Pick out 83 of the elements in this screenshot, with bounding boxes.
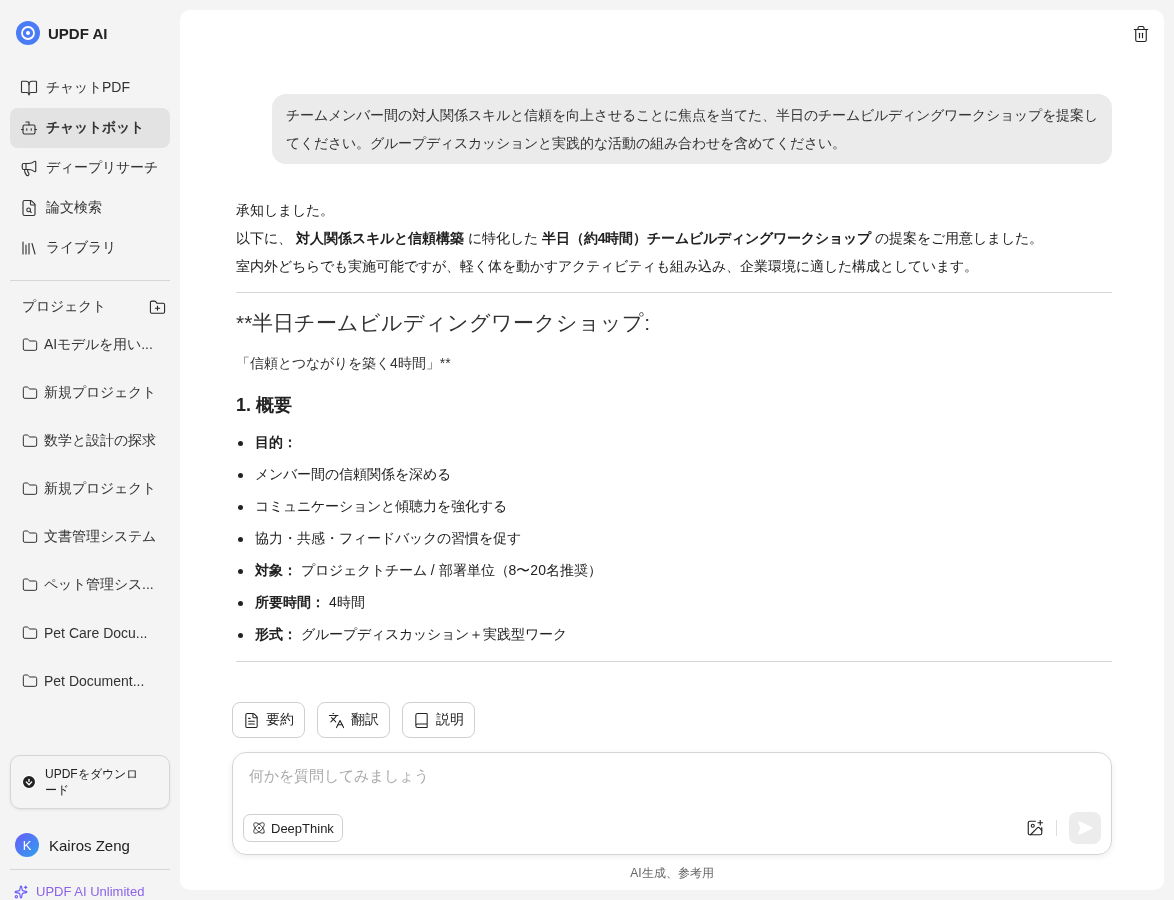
bullet-text: メンバー間の信頼関係を深める [255,466,451,484]
bullet-dot [238,568,243,574]
project-item[interactable]: 新規プロジェクト [10,369,170,417]
reply-paragraph: 室内外どちらでも実施可能ですが、軽く体を動かすアクティビティも組み込み、企業環境に適した構成としています。 [236,257,979,276]
nav-item[interactable]: チャットボット [10,108,170,148]
nav-label: チャットボット [46,119,144,137]
reply-subtitle: 「信頼とつながりを築く4時間」** [236,355,452,373]
action-button[interactable]: 説明 [402,702,475,738]
nav-item[interactable]: 論文検索 [10,188,170,228]
atom-icon [252,821,266,835]
book-icon [20,79,38,97]
folder-icon [22,337,38,353]
nav-item[interactable]: チャットPDF [10,68,170,108]
section-heading: 1. 概要 [236,394,293,417]
bullet-text: 目的： [255,434,297,452]
plan-link[interactable]: UPDF AI Unlimited [36,884,145,899]
project-name: AIモデルを用い... [44,336,153,354]
logo-icon [16,21,40,45]
bullet-dot [238,632,243,638]
disclaimer-text: AI生成、参考用 [629,865,715,882]
folder-icon [22,481,38,497]
nav-item[interactable]: ディープリサーチ [10,148,170,188]
action-button[interactable]: 要約 [232,702,305,738]
folder-icon [22,385,38,401]
bullet-text: コミュニケーションと傾聴力を強化する [255,498,507,516]
nav-label: ライブラリ [46,239,116,257]
project-item[interactable]: ペット管理シス... [10,561,170,609]
library-icon [20,239,38,257]
project-item[interactable]: 新規プロジェクト [10,465,170,513]
document-search-icon [20,199,38,217]
section-heading: プロジェクト [22,298,106,316]
deepthink-button[interactable]: DeepThink [243,814,343,842]
folder-icon [22,625,38,641]
download-button[interactable]: UPDFをダウンロード [10,755,170,809]
download-icon [21,774,37,790]
folder-icon [22,673,38,689]
bullet-text: 所要時間： 4時間 [255,594,365,612]
bullet-dot [238,440,243,446]
bullet-dot [238,472,243,478]
nav-label: 論文検索 [46,199,102,217]
project-name: 数学と設計の探求 [44,432,156,450]
bullet-dot [238,600,243,606]
book-icon [413,711,430,729]
app-name: UPDF AI [48,24,108,42]
action-button[interactable]: 翻訳 [317,702,390,738]
new-folder-icon[interactable] [149,298,166,316]
reply-heading: **半日チームビルディングワークショップ: [236,310,652,336]
message-field[interactable]: 何かを質問してみましょう DeepThink [232,752,1112,855]
bullet-dot [238,536,243,542]
image-upload-icon[interactable] [1026,819,1044,837]
megaphone-icon [20,159,38,177]
project-item[interactable]: AIモデルを用い... [10,321,170,369]
nav-item[interactable]: ライブラリ [10,228,170,268]
project-item[interactable]: 文書管理システム [10,513,170,561]
project-name: 文書管理システム [44,528,156,546]
project-item[interactable]: Pet Document... [10,657,170,705]
bullet-text: 対象： プロジェクトチーム / 部署単位（8〜20名推奨） [255,562,602,580]
project-name: Pet Document... [44,673,145,689]
bullet-dot [238,504,243,510]
project-item[interactable]: 数学と設計の探求 [10,417,170,465]
bullet-text: 形式： グループディスカッション＋実践型ワーク [255,626,567,644]
project-item[interactable]: Pet Care Docu... [10,609,170,657]
bot-icon [20,119,38,137]
user-message: チームメンバー間の対人関係スキルと信頼を向上させることに焦点を当てた、半日のチームビルディングワークショップを提案してください。グループディスカッションと実践的な活動の組み合わせを含めてください。 [272,94,1112,164]
user-avatar[interactable]: K [15,833,39,857]
project-name: Pet Care Docu... [44,625,148,641]
project-name: 新規プロジェクト [44,384,156,402]
nav-label: ディープリサーチ [46,159,158,177]
translate-icon [328,711,345,729]
project-name: ペット管理シス... [44,576,154,594]
bullet-text: 協力・共感・フィードバックの習慣を促す [255,530,521,548]
reply-paragraph: 承知しました。 [236,201,335,220]
download-label: UPDFをダウンロード [45,766,139,798]
reply-paragraph: 以下に、 対人関係スキルと信頼構築 に特化した 半日（約4時間）チームビルディングワークショップ の提案をご用意しました。 [236,229,1045,248]
document-icon [243,711,260,729]
folder-icon [22,529,38,545]
folder-icon [22,577,38,593]
nav-label: チャットPDF [46,79,130,97]
project-name: 新規プロジェクト [44,480,156,498]
sparkle-icon [14,884,28,899]
clear-chat-icon[interactable] [1132,25,1150,43]
folder-icon [22,433,38,449]
user-name: Kairos Zeng [49,836,130,854]
